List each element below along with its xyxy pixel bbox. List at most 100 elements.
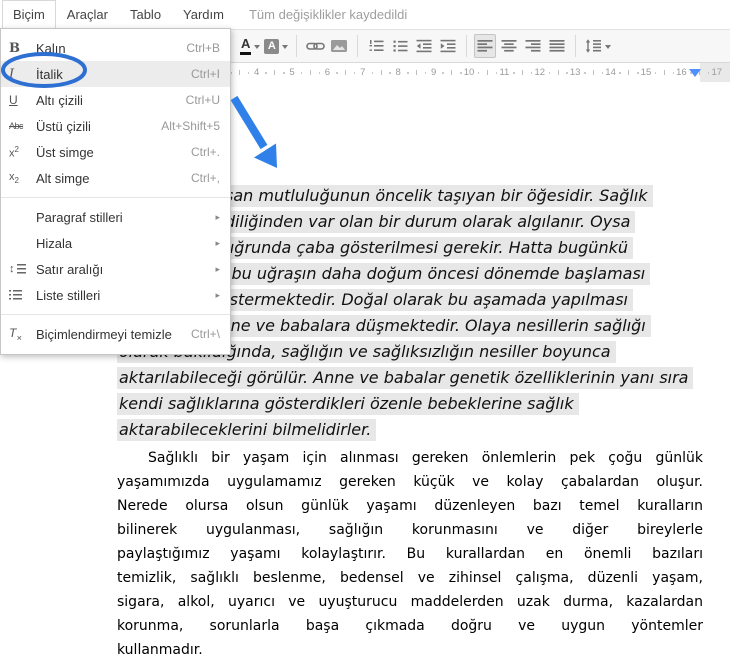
menubar-items: Biçim Araçlar Tablo Yardım (2, 0, 235, 29)
align-right-icon (525, 40, 541, 52)
ruler-tick (371, 72, 374, 74)
submenu-arrow-icon: ▸ (215, 289, 220, 300)
menu-item-shortcut: Ctrl+, (190, 171, 220, 185)
highlighted-text: aktarılabileceği görülür. Anne ve babala… (117, 367, 694, 389)
text-line: bilinerek uygulanması, sağlığın korunmas… (117, 522, 703, 538)
toolbar-separator (296, 35, 298, 57)
highlight-color-icon: A (264, 38, 280, 54)
ruler-tick (389, 72, 391, 74)
decrease-indent-icon (416, 39, 432, 53)
ruler-number: 11 (499, 67, 510, 78)
ruler-tick (584, 72, 586, 74)
menubar-item-biçim[interactable]: Biçim (2, 0, 56, 29)
line-spacing-icon (586, 39, 602, 53)
text-line: kendi sağlıklarına gösterdikleri özenle … (117, 391, 693, 417)
align-center-button[interactable] (498, 34, 520, 58)
ruler-tick (265, 72, 267, 74)
text-color-button[interactable]: A (239, 34, 261, 58)
menu-item-label: Liste stilleri (36, 287, 101, 303)
justify-icon (549, 40, 565, 52)
bulleted-list-button[interactable] (389, 34, 411, 58)
menu-item-4[interactable]: x2 Üst simge Ctrl+. (1, 139, 230, 165)
menu-item-shortcut: Ctrl+. (190, 145, 220, 159)
ruler-number: 6 (324, 67, 331, 78)
ruler-tick (619, 72, 621, 74)
ruler-tick (424, 72, 427, 74)
right-indent-marker[interactable] (689, 69, 701, 77)
bold-icon: B (9, 40, 20, 56)
ruler-tick (495, 72, 498, 74)
ruler-tick (486, 70, 488, 75)
menu-item-8[interactable]: Hizala ▸ (1, 230, 230, 256)
line-spacing-icon: ↕ (9, 263, 36, 275)
ruler-tick (628, 70, 630, 75)
highlight-color-button[interactable]: A (263, 34, 289, 58)
line-spacing-button[interactable] (583, 34, 612, 58)
menu-item-5[interactable]: x2 Alt simge Ctrl+, (1, 165, 230, 191)
ruler-number: 8 (395, 67, 401, 78)
menu-item-label: Kalın (36, 40, 66, 56)
text-line: aktarabileceklerini bilmelidirler. (117, 417, 693, 443)
strikethrough-icon: Abc (9, 121, 24, 131)
ruler-tick (415, 70, 417, 75)
toolbar-separator (357, 35, 359, 57)
ruler-tick (336, 72, 338, 74)
format-menu: B Kalın Ctrl+B I İtalik Ctrl+I U Altı çizili Ctr… (0, 28, 231, 355)
ruler-number: 7 (360, 67, 366, 78)
justify-button[interactable] (546, 34, 568, 58)
link-icon (306, 42, 325, 50)
ruler-tick (442, 72, 444, 74)
ruler-tick (566, 72, 568, 74)
insert-link-button[interactable] (304, 34, 326, 58)
ruler-tick (274, 70, 276, 75)
ruler-tick (380, 70, 382, 75)
menu-item-shortcut: Ctrl+I (190, 67, 220, 81)
increase-indent-button[interactable] (437, 34, 459, 58)
menubar-item-araçlar[interactable]: Araçlar (56, 0, 119, 29)
ruler-tick (601, 72, 604, 74)
menu-item-10[interactable]: Liste stilleri ▸ (1, 282, 230, 308)
menubar-item-tablo[interactable]: Tablo (119, 0, 172, 29)
menu-item-2[interactable]: U Altı çizili Ctrl+U (1, 87, 230, 113)
text-line: aktarılabileceği görülür. Anne ve babala… (117, 365, 694, 391)
ruler-tick (460, 72, 462, 74)
menu-item-label: Üst simge (36, 144, 94, 160)
ruler-tick (238, 70, 240, 75)
bulleted-list-icon (393, 40, 408, 52)
menu-item-1[interactable]: I İtalik Ctrl+I (1, 61, 230, 87)
menu-item-label: Üstü çizili (36, 118, 91, 134)
decrease-indent-button[interactable] (413, 34, 435, 58)
ruler-number: 13 (569, 67, 581, 78)
menu-item-12[interactable]: T✕ Biçimlendirmeyi temizle Ctrl+\ (1, 321, 230, 347)
menu-divider (1, 314, 230, 315)
highlighted-text: kendi sağlıklarına gösterdikleri özenle … (117, 393, 579, 415)
menu-item-shortcut: Ctrl+\ (190, 327, 220, 341)
insert-image-button[interactable] (328, 34, 350, 58)
menu-item-9[interactable]: ↕ Satır aralığı ▸ (1, 256, 230, 282)
menubar-item-yardım[interactable]: Yardım (172, 0, 235, 29)
menu-item-label: Alt simge (36, 170, 90, 186)
align-center-icon (501, 40, 517, 52)
menu-item-7[interactable]: Paragraf stilleri ▸ (1, 204, 230, 230)
ruler-number: 5 (289, 67, 295, 78)
ruler-tick (309, 70, 311, 75)
toolbar-separator (575, 35, 577, 57)
chevron-down-icon (605, 44, 612, 52)
ruler-tick (637, 72, 639, 74)
numbered-list-button[interactable] (365, 34, 387, 58)
menu-item-label: Satır aralığı (36, 261, 104, 277)
ruler-tick (283, 72, 285, 74)
align-left-button[interactable] (474, 34, 497, 58)
menu-item-0[interactable]: B Kalın Ctrl+B (1, 35, 230, 61)
ruler-tick (353, 72, 356, 74)
menu-item-3[interactable]: Abc Üstü çizili Alt+Shift+5 (1, 113, 230, 139)
text-line: yaşamımızda uygulamamız gereken küçük ve… (117, 474, 703, 490)
ruler-tick (318, 72, 321, 74)
chevron-down-icon (282, 44, 289, 52)
text-line: korunma, sorunlarla başa çıkmada doğru v… (117, 618, 703, 634)
menu-item-label: Hizala (36, 235, 73, 251)
ruler-tick (592, 70, 594, 75)
image-icon (331, 40, 348, 52)
align-right-button[interactable] (522, 34, 544, 58)
ruler-tick (451, 70, 453, 75)
